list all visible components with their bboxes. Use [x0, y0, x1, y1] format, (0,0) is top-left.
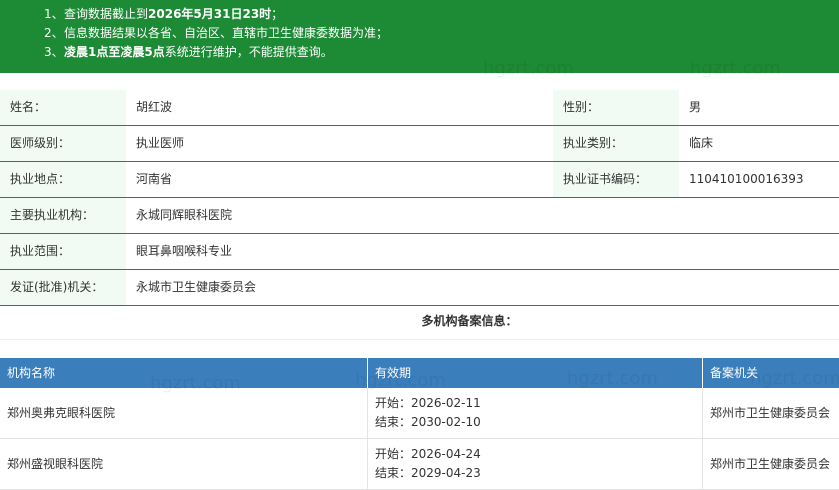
- row-start-date: 开始：2026-02-11: [375, 396, 481, 410]
- row-start-date: 开始：2026-04-24: [375, 447, 481, 461]
- row-end-date: 结束：2029-04-23: [375, 466, 481, 480]
- multi-org-title: 多机构备案信息：: [0, 302, 839, 340]
- notice-banner: 1、查询数据截止到2026年5月31日23时； 2、信息数据结果以各省、自治区、…: [0, 0, 839, 73]
- cert-value: 110410100016393: [689, 172, 804, 186]
- info-row-issuer: 发证(批准)机关： 永城市卫生健康委员会: [0, 270, 839, 306]
- table-row: 郑州盛视眼科医院 开始：2026-04-24 结束：2029-04-23 郑州市…: [0, 439, 839, 490]
- name-value: 胡红波: [136, 100, 173, 114]
- notice-line-3: 3、凌晨1点至凌晨5点系统进行维护，不能提供查询。: [44, 45, 333, 59]
- scope-label: 执业范围：: [0, 234, 126, 269]
- notice-line-2: 2、信息数据结果以各省、自治区、直辖市卫生健康委数据为准；: [44, 26, 389, 40]
- notice-line-1: 1、查询数据截止到2026年5月31日23时；: [44, 7, 284, 21]
- info-row-level: 医师级别： 执业医师 执业类别： 临床: [0, 126, 839, 162]
- info-row-place: 执业地点： 河南省 执业证书编码： 110410100016393: [0, 162, 839, 198]
- org-value: 永城同辉眼科医院: [136, 208, 233, 222]
- scope-value: 眼耳鼻咽喉科专业: [136, 244, 233, 258]
- table-row: 郑州奥弗克眼科医院 开始：2026-02-11 结束：2030-02-10 郑州…: [0, 388, 839, 439]
- place-value: 河南省: [136, 172, 173, 186]
- org-label: 主要执业机构：: [0, 198, 126, 233]
- header-org-name: 机构名称: [0, 358, 368, 388]
- multi-org-table: 机构名称 有效期 备案机关 郑州奥弗克眼科医院 开始：2026-02-11 结束…: [0, 358, 839, 490]
- row-org-name: 郑州奥弗克眼科医院: [0, 388, 368, 438]
- level-value: 执业医师: [136, 136, 185, 150]
- table-header: 机构名称 有效期 备案机关: [0, 358, 839, 388]
- header-validity: 有效期: [368, 358, 703, 388]
- row-validity: 开始：2026-02-11 结束：2030-02-10: [368, 388, 703, 438]
- level-label: 医师级别：: [0, 126, 126, 161]
- category-value: 临床: [689, 136, 714, 150]
- issuer-value: 永城市卫生健康委员会: [136, 280, 257, 294]
- category-label: 执业类别：: [553, 126, 679, 161]
- issuer-label: 发证(批准)机关：: [0, 270, 126, 305]
- name-label: 姓名：: [0, 90, 126, 125]
- place-label: 执业地点：: [0, 162, 126, 197]
- gender-value: 男: [689, 100, 702, 114]
- info-row-scope: 执业范围： 眼耳鼻咽喉科专业: [0, 234, 839, 270]
- doctor-info-table: 姓名： 胡红波 性别： 男 医师级别： 执业医师 执业类别： 临床 执业地点： …: [0, 90, 839, 306]
- header-authority: 备案机关: [710, 366, 759, 380]
- info-row-name: 姓名： 胡红波 性别： 男: [0, 90, 839, 126]
- cert-label: 执业证书编码：: [553, 162, 679, 197]
- gender-label: 性别：: [553, 90, 679, 125]
- row-end-date: 结束：2030-02-10: [375, 415, 481, 429]
- info-row-org: 主要执业机构： 永城同辉眼科医院: [0, 198, 839, 234]
- row-authority: 郑州市卫生健康委员会: [710, 406, 831, 420]
